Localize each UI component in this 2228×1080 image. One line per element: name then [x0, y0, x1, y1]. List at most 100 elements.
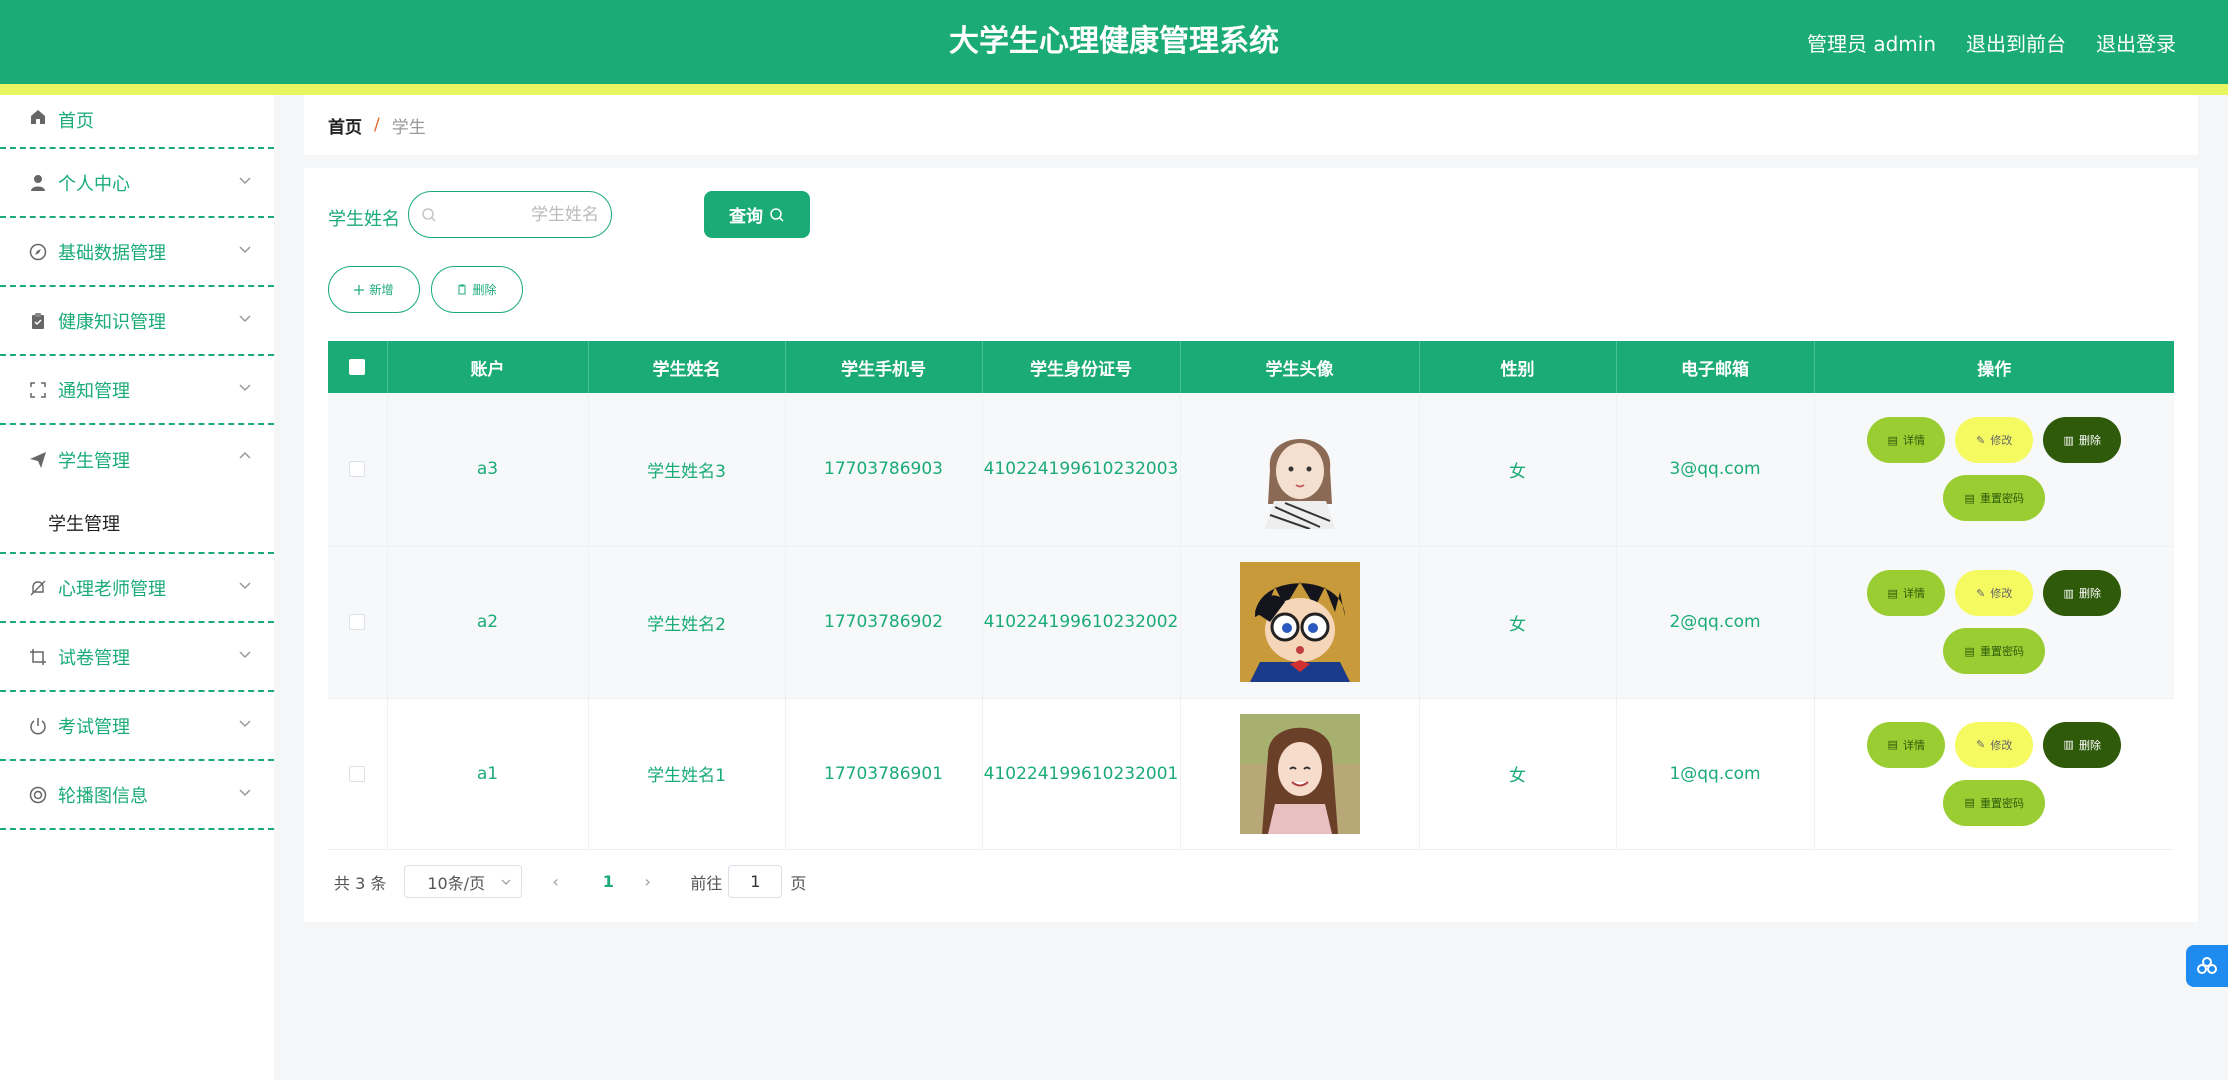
document-icon: ▤ [1887, 433, 1898, 447]
search-button[interactable]: 查询 [704, 191, 810, 238]
sidebar-item-teacher[interactable]: 心理老师管理 [0, 554, 274, 623]
edit-button[interactable]: ✎ 修改 [1955, 570, 2034, 616]
edit-button[interactable]: ✎ 修改 [1955, 417, 2034, 464]
trash-icon [458, 284, 467, 295]
column-header: 学生头像 [1180, 341, 1420, 393]
cell-id-card: 410224199610232001 [982, 698, 1181, 850]
sidebar-item-base-data[interactable]: 基础数据管理 [0, 218, 274, 287]
sidebar-item-home[interactable]: 首页 [0, 95, 274, 149]
document-icon: ▤ [1964, 491, 1975, 505]
reset-label: 重置密码 [1979, 492, 2024, 506]
sidebar-item-profile[interactable]: 个人中心 [0, 149, 274, 218]
detail-label: 详情 [1902, 434, 1925, 448]
prev-page-button[interactable]: ‹ [552, 872, 572, 891]
sidebar-item-exam[interactable]: 考试管理 [0, 692, 274, 761]
sidebar-item-notice[interactable]: 通知管理 [0, 356, 274, 425]
logout-link[interactable]: 退出登录 [2096, 28, 2176, 57]
cell-id-card: 410224199610232002 [982, 546, 1181, 699]
detail-button[interactable]: ▤ 详情 [1867, 570, 1946, 616]
sidebar-subitem-student-management[interactable]: 学生管理 [0, 494, 274, 554]
cell-phone: 17703786901 [785, 698, 983, 850]
sidebar-item-label: 健康知识管理 [58, 311, 166, 333]
cloud-icon [2197, 957, 2217, 974]
cell-avatar [1180, 393, 1420, 547]
sidebar-item-health-knowledge[interactable]: 健康知识管理 [0, 287, 274, 356]
breadcrumb-home[interactable]: 首页 [328, 113, 362, 138]
sidebar-item-label: 考试管理 [58, 716, 130, 738]
cell-account: a2 [387, 546, 589, 699]
student-table: 账户 学生姓名 学生手机号 学生身份证号 学生头像 性别 电子邮箱 操作 a3 … [328, 341, 2174, 850]
edit-label: 修改 [1990, 434, 2013, 448]
lifebuoy-icon [28, 785, 48, 805]
chevron-down-icon [239, 177, 251, 185]
cell-email: 2@qq.com [1616, 546, 1815, 699]
row-select-cell[interactable] [328, 393, 388, 547]
detail-button[interactable]: ▤ 详情 [1867, 721, 1946, 768]
row-select-cell[interactable] [328, 546, 388, 699]
sidebar-item-exam-paper[interactable]: 试卷管理 [0, 623, 274, 692]
sidebar-item-label: 个人中心 [58, 173, 130, 195]
chevron-down-icon [501, 879, 511, 885]
top-header: 大学生心理健康管理系统 管理员 admin 退出到前台 退出登录 [0, 0, 2228, 84]
search-field[interactable] [408, 191, 612, 238]
search-input[interactable] [449, 192, 599, 237]
cell-email: 1@qq.com [1616, 698, 1815, 850]
main-content: 学生姓名 查询 新增 删除 账户 学生姓名 学生手机号 学生身份证号 学生头像 … [304, 168, 2198, 922]
select-all-checkbox[interactable] [349, 359, 366, 375]
header-actions: 管理员 admin 退出到前台 退出登录 [1807, 0, 2176, 84]
delete-label: 删除 [2078, 434, 2101, 448]
to-front-link[interactable]: 退出到前台 [1966, 28, 2066, 57]
batch-delete-button[interactable]: 删除 [431, 266, 523, 313]
reset-password-button[interactable]: ▤ 重置密码 [1943, 628, 2046, 674]
delete-button[interactable]: ▥ 删除 [2043, 721, 2122, 768]
chevron-down-icon [239, 246, 251, 254]
cell-account: a1 [387, 698, 589, 850]
document-icon: ▤ [1887, 738, 1898, 751]
page-number[interactable]: 1 [598, 872, 618, 891]
search-icon [422, 208, 436, 222]
page-size-select[interactable]: 10条/页 [404, 865, 523, 898]
page-unit-label: 页 [790, 873, 807, 893]
row-checkbox[interactable] [349, 765, 366, 782]
table-row: a3 学生姓名3 17703786903 410224199610232003 [328, 393, 2174, 547]
sidebar-item-carousel[interactable]: 轮播图信息 [0, 761, 274, 830]
document-icon: ▤ [1964, 644, 1975, 658]
sidebar-item-label: 通知管理 [58, 380, 130, 402]
row-actions-top: ▤ 详情 ✎ 修改 ▥ 删除 [1867, 721, 2122, 768]
goto-page-input[interactable] [728, 865, 783, 898]
chevron-down-icon [239, 720, 251, 728]
reset-password-button[interactable]: ▤ 重置密码 [1943, 475, 2046, 522]
sidebar-item-label: 轮播图信息 [58, 785, 148, 807]
table-row: a2 学生姓名2 17703786902 410224199610232002 [328, 546, 2175, 699]
document-icon: ▤ [1887, 586, 1898, 600]
add-button[interactable]: 新增 [328, 266, 420, 313]
edit-label: 修改 [1990, 587, 2013, 600]
delete-button[interactable]: ▥ 删除 [2043, 417, 2122, 464]
row-select-cell[interactable] [328, 698, 388, 850]
crop-icon [28, 647, 48, 667]
cell-phone: 17703786903 [785, 393, 983, 547]
sidebar-item-label: 基础数据管理 [58, 242, 166, 264]
row-checkbox[interactable] [349, 461, 366, 478]
column-header: 性别 [1419, 341, 1617, 393]
row-actions: ▤ 详情 ✎ 修改 ▥ 删除 ▤ 重置密码 [1815, 570, 2175, 674]
bell-off-icon [28, 578, 48, 598]
avatar-image [1239, 409, 1360, 530]
next-page-button[interactable]: › [644, 872, 664, 891]
cell-name: 学生姓名3 [588, 393, 786, 547]
cell-avatar [1180, 698, 1420, 850]
column-header: 电子邮箱 [1616, 341, 1815, 393]
cell-actions: ▤ 详情 ✎ 修改 ▥ 删除 ▤ 重置密码 [1814, 546, 2175, 699]
table-header-row: 账户 学生姓名 学生手机号 学生身份证号 学生头像 性别 电子邮箱 操作 [328, 341, 2174, 393]
edit-button[interactable]: ✎ 修改 [1955, 721, 2034, 768]
cell-phone: 17703786902 [785, 546, 983, 699]
sidebar-item-student[interactable]: 学生管理 [0, 425, 274, 494]
row-actions-top: ▤ 详情 ✎ 修改 ▥ 删除 [1867, 570, 2122, 616]
reset-password-button[interactable]: ▤ 重置密码 [1943, 779, 2046, 826]
column-header: 学生身份证号 [982, 341, 1181, 393]
detail-button[interactable]: ▤ 详情 [1867, 417, 1946, 464]
floating-assistant-button[interactable] [2186, 945, 2228, 987]
delete-button[interactable]: ▥ 删除 [2043, 570, 2122, 616]
select-all-cell[interactable] [328, 341, 388, 393]
row-checkbox[interactable] [349, 614, 366, 630]
